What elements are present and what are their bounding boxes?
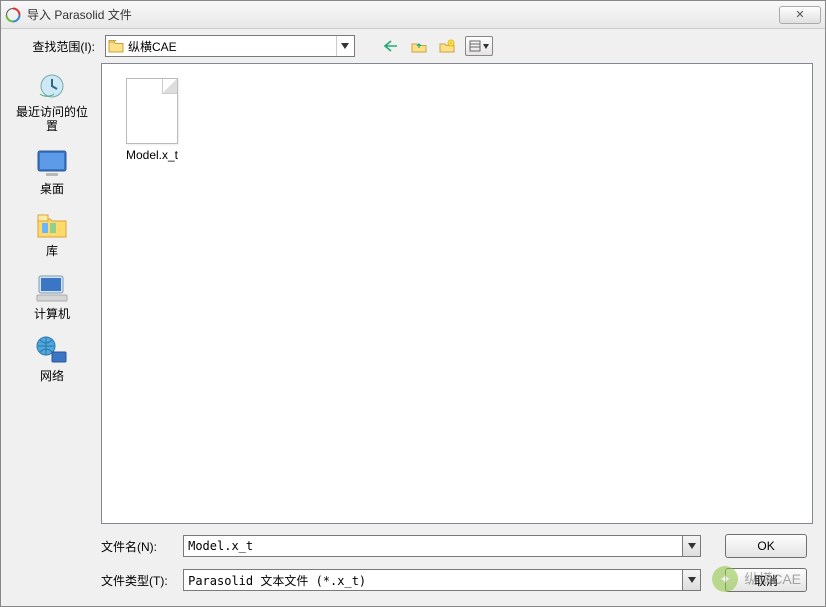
filename-row: 文件名(N): OK	[101, 534, 807, 558]
cancel-button[interactable]: 取消	[725, 568, 807, 592]
look-in-row: 查找范围(I): 纵横CAE	[1, 29, 825, 63]
place-network-label: 网络	[40, 369, 64, 383]
library-icon	[33, 208, 71, 242]
back-icon[interactable]	[381, 36, 401, 56]
look-in-combo[interactable]: 纵横CAE	[105, 35, 355, 57]
view-menu-button[interactable]	[465, 36, 493, 56]
file-name: Model.x_t	[126, 148, 178, 162]
network-icon	[33, 333, 71, 367]
filename-combo[interactable]	[183, 535, 701, 557]
document-icon	[126, 78, 178, 144]
filetype-row: 文件类型(T): 取消	[101, 568, 807, 592]
filename-label: 文件名(N):	[101, 538, 177, 555]
new-folder-icon[interactable]	[437, 36, 457, 56]
computer-icon	[33, 271, 71, 305]
app-icon	[5, 7, 21, 23]
filetype-label: 文件类型(T):	[101, 572, 177, 589]
nav-icons	[381, 36, 493, 56]
recent-icon	[33, 69, 71, 103]
place-network[interactable]: 网络	[12, 333, 92, 383]
place-recent-label: 最近访问的位置	[12, 105, 92, 134]
filename-input[interactable]	[183, 535, 683, 557]
footer: 文件名(N): OK 文件类型(T): 取消 ✦ 纵横CAE	[1, 528, 825, 606]
body: 最近访问的位置 桌面 库 计算机	[1, 63, 825, 528]
dialog-window: 导入 Parasolid 文件 ✕ 查找范围(I): 纵横CAE	[0, 0, 826, 607]
title-bar: 导入 Parasolid 文件 ✕	[1, 1, 825, 29]
look-in-value: 纵横CAE	[128, 38, 336, 55]
filename-dropdown[interactable]	[683, 535, 701, 557]
place-desktop-label: 桌面	[40, 182, 64, 196]
filetype-combo[interactable]	[183, 569, 701, 591]
up-one-level-icon[interactable]	[409, 36, 429, 56]
file-item[interactable]: Model.x_t	[112, 74, 192, 166]
close-icon: ✕	[795, 8, 804, 21]
folder-icon	[108, 39, 124, 53]
close-button[interactable]: ✕	[779, 6, 821, 24]
place-recent[interactable]: 最近访问的位置	[12, 69, 92, 134]
place-computer[interactable]: 计算机	[12, 271, 92, 321]
filetype-input[interactable]	[183, 569, 683, 591]
look-in-label: 查找范围(I):	[21, 38, 99, 55]
window-title: 导入 Parasolid 文件	[27, 6, 779, 23]
place-desktop[interactable]: 桌面	[12, 146, 92, 196]
place-library-label: 库	[46, 244, 58, 258]
file-list[interactable]: Model.x_t	[101, 63, 813, 524]
places-bar: 最近访问的位置 桌面 库 计算机	[5, 63, 99, 528]
filetype-dropdown[interactable]	[683, 569, 701, 591]
desktop-icon	[33, 146, 71, 180]
ok-button[interactable]: OK	[725, 534, 807, 558]
place-computer-label: 计算机	[34, 307, 70, 321]
look-in-dropdown[interactable]	[336, 36, 352, 56]
place-library[interactable]: 库	[12, 208, 92, 258]
